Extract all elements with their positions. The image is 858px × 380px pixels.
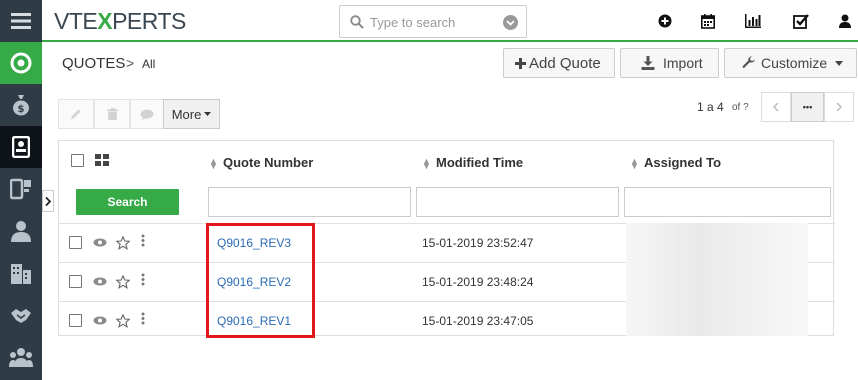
download-icon — [641, 56, 655, 70]
brand-logo: VTEXPERTS — [54, 8, 186, 34]
mobile-icon — [10, 178, 31, 200]
comment-icon — [140, 109, 154, 120]
quote-number-filter[interactable] — [208, 187, 411, 217]
row-checkbox[interactable] — [69, 314, 82, 327]
team-icon — [9, 348, 33, 367]
more-vertical-icon[interactable] — [141, 273, 145, 286]
column-header-assigned-to[interactable]: ▲ ▼ Assigned To — [630, 155, 721, 170]
import-button[interactable]: Import — [620, 48, 719, 78]
sidebar-item-devices[interactable] — [0, 168, 42, 210]
chevron-down-icon[interactable] — [503, 15, 518, 30]
highlight-box — [206, 223, 315, 338]
money-bag-icon: $ — [13, 95, 29, 116]
more-vertical-icon[interactable] — [141, 312, 145, 325]
sidebar-item-contacts[interactable] — [0, 210, 42, 252]
page-jump-button[interactable]: ••• — [791, 92, 824, 122]
user-profile-icon[interactable] — [839, 14, 851, 31]
chevron-left-icon — [773, 103, 779, 111]
assigned-to-filter[interactable] — [624, 187, 831, 217]
chevron-right-icon — [45, 196, 51, 206]
menu-toggle[interactable] — [0, 0, 42, 42]
pencil-icon — [71, 109, 81, 119]
modified-time-filter[interactable] — [416, 187, 619, 217]
customize-button[interactable]: Customize — [724, 48, 857, 78]
star-icon[interactable] — [116, 236, 130, 250]
tasks-checkbox-icon[interactable] — [793, 14, 809, 33]
target-icon — [10, 52, 32, 74]
modified-time-cell: 15-01-2019 23:47:05 — [422, 314, 534, 328]
plus-icon — [515, 57, 526, 69]
search-input[interactable] — [370, 12, 490, 32]
edit-button[interactable] — [58, 99, 94, 129]
more-vertical-icon[interactable] — [141, 234, 145, 247]
eye-icon[interactable] — [93, 316, 107, 325]
sidebar-item-home[interactable] — [0, 42, 42, 84]
total-count[interactable]: of ? — [732, 102, 749, 113]
caret-down-icon — [204, 112, 212, 116]
chevron-right-icon — [836, 103, 842, 111]
calendar-icon[interactable] — [701, 14, 715, 32]
more-dropdown[interactable]: More — [163, 99, 220, 129]
svg-text:$: $ — [18, 104, 25, 115]
column-header-modified-time[interactable]: ▲ ▼ Modified Time — [422, 155, 523, 170]
trash-icon — [106, 108, 118, 120]
eye-icon[interactable] — [93, 277, 107, 286]
handshake-icon — [11, 309, 31, 323]
modified-time-cell: 15-01-2019 23:48:24 — [422, 275, 534, 289]
person-icon — [11, 221, 31, 242]
comment-button[interactable] — [130, 99, 164, 129]
sidebar-item-sales[interactable]: $ — [0, 84, 42, 126]
star-icon[interactable] — [116, 275, 130, 289]
module-header: QUOTES > All Add Quote Import Customize — [42, 44, 858, 84]
sidebar-item-team[interactable] — [0, 336, 42, 378]
contact-card-icon — [12, 136, 30, 158]
sort-icon: ▲ ▼ — [422, 155, 431, 171]
breadcrumb-filter[interactable]: All — [142, 57, 155, 71]
sort-icon: ▲ ▼ — [630, 155, 639, 171]
search-icon — [350, 15, 364, 29]
wrench-icon — [742, 56, 755, 68]
sidebar-item-organizations[interactable] — [0, 252, 42, 294]
top-bar: VTEXPERTS — [42, 0, 858, 42]
next-page-button[interactable] — [824, 92, 854, 122]
reports-icon[interactable] — [745, 14, 761, 31]
breadcrumb-separator: > — [126, 55, 135, 71]
select-all-checkbox[interactable] — [71, 154, 84, 167]
delete-button[interactable] — [94, 99, 130, 129]
add-quote-button[interactable]: Add Quote — [503, 48, 615, 78]
prev-page-button[interactable] — [761, 92, 791, 122]
list-toolbar: More 1 a 4 of ? ••• — [42, 92, 858, 132]
global-search[interactable] — [339, 5, 527, 38]
hamburger-icon — [11, 13, 31, 29]
search-button[interactable]: Search — [76, 189, 179, 215]
row-checkbox[interactable] — [69, 236, 82, 249]
column-header-quote-number[interactable]: ▲ ▼ Quote Number — [209, 155, 313, 170]
sidebar: $ — [0, 0, 42, 380]
caret-down-icon — [835, 60, 844, 66]
eye-icon[interactable] — [93, 238, 107, 247]
sidebar-item-deals[interactable] — [0, 294, 42, 336]
row-checkbox[interactable] — [69, 275, 82, 288]
star-icon[interactable] — [116, 314, 130, 328]
building-icon — [11, 264, 31, 284]
sort-icon: ▲ ▼ — [209, 155, 218, 171]
sidebar-item-quotes[interactable] — [0, 126, 42, 168]
assigned-to-blurred-area — [626, 223, 808, 336]
quick-create-icon[interactable] — [658, 14, 672, 31]
page-title[interactable]: QUOTES — [62, 55, 125, 72]
modified-time-cell: 15-01-2019 23:52:47 — [422, 236, 534, 250]
page-range: 1 a 4 — [697, 100, 724, 114]
sidebar-expand-toggle[interactable] — [42, 190, 54, 212]
column-layout-icon[interactable] — [95, 154, 109, 166]
